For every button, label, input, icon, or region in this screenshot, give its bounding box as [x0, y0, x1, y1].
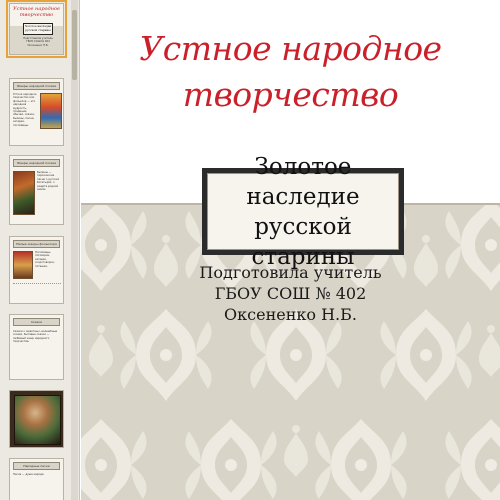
thumbnail-heading: Малые жанры фольклора — [13, 240, 60, 248]
thumbnail-subtitle-box: Золотое наследие русской старины — [23, 23, 53, 35]
slide-thumbnail-pane: Устное народное творчество Золотое насле… — [0, 0, 80, 500]
thumbnail-heading: Жанры народной поэзии — [13, 159, 60, 167]
slide-thumbnail-5[interactable]: Сказки Сказки о животных, волшебные сказ… — [9, 314, 64, 380]
thumbnail-scrollbar[interactable] — [71, 0, 78, 500]
thumbnail-text: Устное народное творчество или фольклор … — [13, 93, 37, 127]
thumbnail-text: Былины — героические песни о русских бог… — [37, 171, 60, 192]
thumbnail-author: Подготовила учитель ГБОУ СОШ № 402 Оксен… — [23, 37, 53, 47]
slide-subtitle: Золотое наследие русской старины — [207, 152, 399, 272]
author-line-3: Оксененко Н.Б. — [224, 305, 357, 324]
thumbnail-fairytale-painting — [14, 395, 61, 445]
thumbnail-illustration — [13, 251, 33, 279]
slide-thumbnail-7[interactable]: Народные песни Песня — душа народа. — [9, 458, 64, 500]
thumbnail-title: Устное народное творчество — [13, 6, 60, 18]
slide-thumbnail-1[interactable]: Устное народное творчество Золотое насле… — [6, 0, 67, 58]
thumbnail-folk-illustration — [40, 93, 62, 129]
slide-thumbnail-3[interactable]: Жанры народной поэзии Былины — героическ… — [9, 155, 64, 225]
thumbnail-heading: Народные песни — [13, 462, 60, 470]
thumbnail-text: Песня — душа народа. — [13, 473, 45, 476]
title-line-2: творчество — [182, 75, 399, 114]
subtitle-line-1: Золотое наследие — [246, 153, 360, 210]
thumbnail-divider — [13, 283, 61, 301]
thumbnail-bogatyr-painting — [13, 171, 35, 215]
title-line-1: Устное народное — [139, 29, 442, 68]
author-line-1: Подготовила учитель — [199, 263, 382, 282]
slide-title: Устное народное творчество — [81, 26, 500, 118]
thumbnail-heading: Жанры народной поэзии — [13, 82, 60, 90]
subtitle-frame: Золотое наследие русской старины — [202, 154, 404, 270]
slide-thumbnail-4[interactable]: Малые жанры фольклора Пословицы, поговор… — [9, 236, 64, 304]
slide-canvas: Устное народное творчество Золотое насле… — [81, 0, 500, 500]
scrollbar-thumb[interactable] — [72, 10, 77, 80]
thumbnail-text: Пословицы, поговорки, загадки, скорогово… — [35, 251, 55, 268]
author-line-2: ГБОУ СОШ № 402 — [214, 284, 367, 303]
author-block: Подготовила учитель ГБОУ СОШ № 402 Оксен… — [81, 262, 500, 325]
thumbnail-text: Сказки о животных, волшебные сказки, быт… — [13, 330, 58, 344]
thumbnail-heading: Сказки — [13, 318, 60, 326]
slide-thumbnail-2[interactable]: Жанры народной поэзии Устное народное тв… — [9, 78, 64, 146]
slide-thumbnail-6[interactable] — [9, 390, 64, 448]
